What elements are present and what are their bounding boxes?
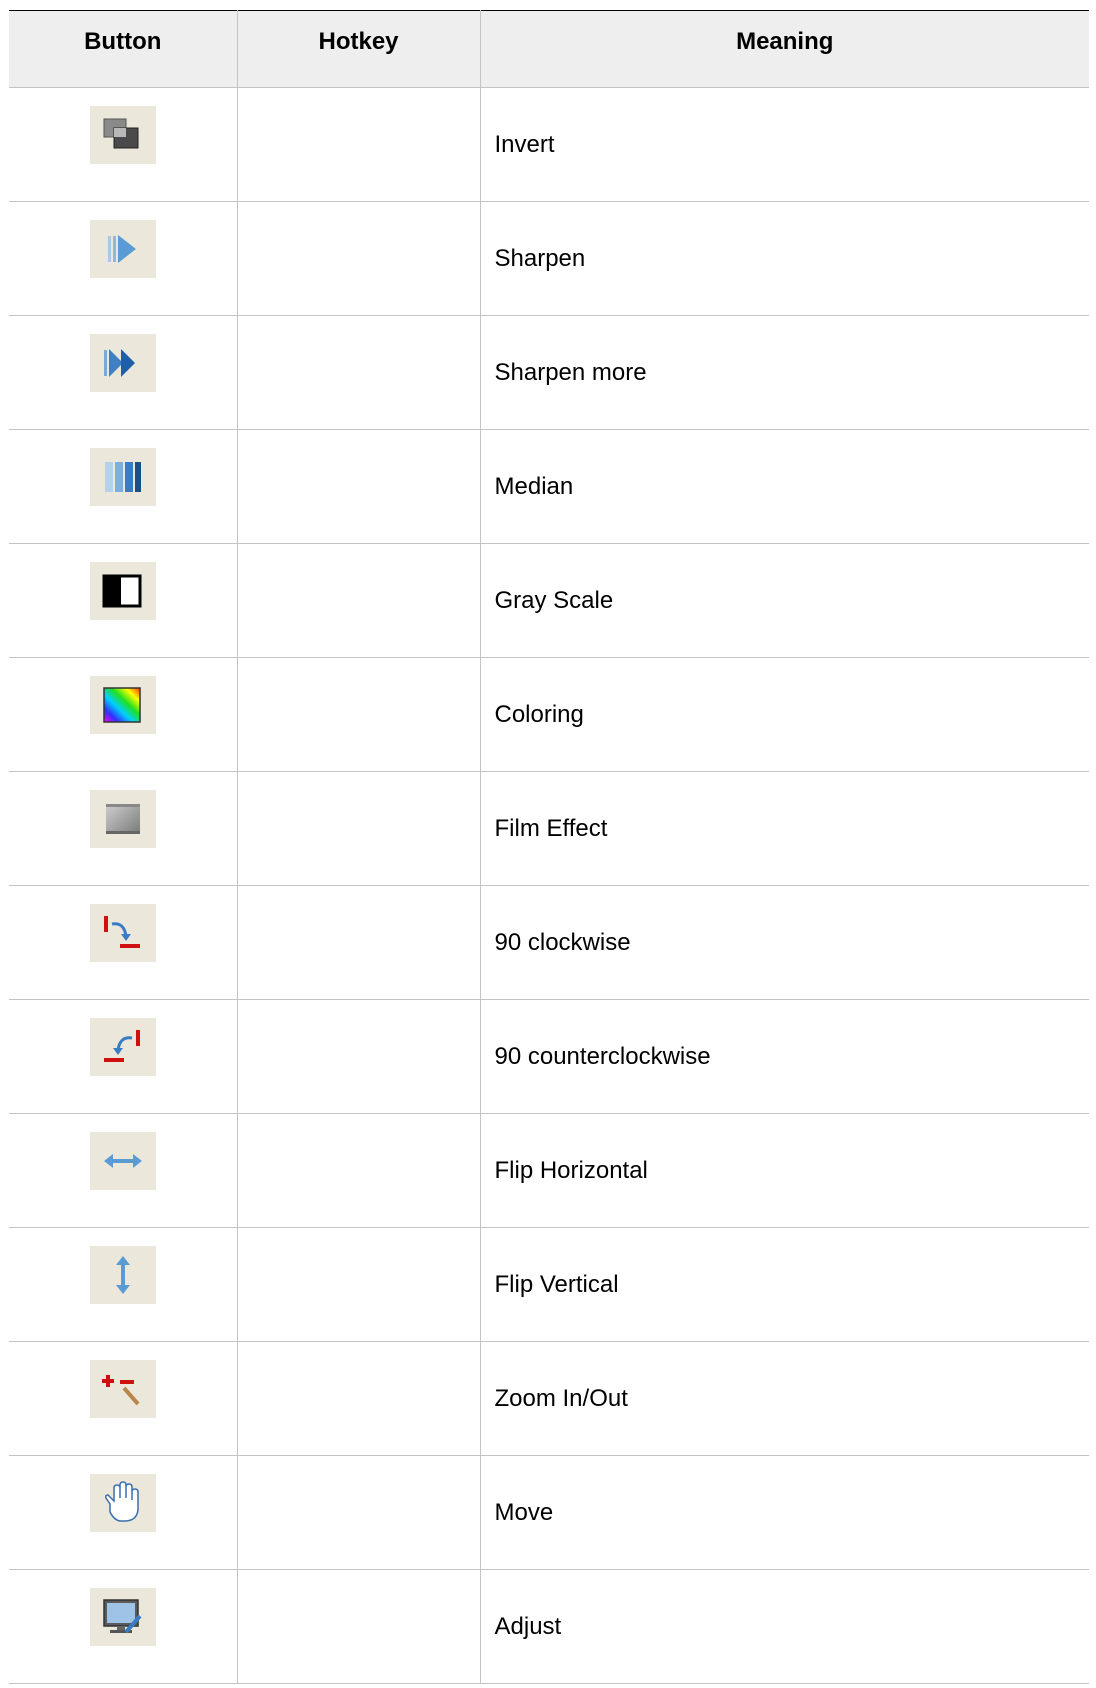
meaning-cell: Move bbox=[479, 1455, 1089, 1570]
meaning-cell: Gray Scale bbox=[479, 543, 1089, 658]
button-cell bbox=[9, 201, 238, 316]
button-cell bbox=[9, 1569, 238, 1684]
meaning-cell: Coloring bbox=[479, 657, 1089, 772]
hotkey-cell bbox=[236, 315, 481, 430]
meaning-cell: Film Effect bbox=[479, 771, 1089, 886]
header-meaning: Meaning bbox=[479, 10, 1089, 88]
hotkey-cell bbox=[236, 543, 481, 658]
button-cell bbox=[9, 657, 238, 772]
invert-icon[interactable] bbox=[89, 106, 156, 164]
table-row: Flip Horizontal bbox=[9, 1113, 1089, 1228]
hotkey-cell bbox=[236, 87, 481, 202]
button-reference-table: Button Hotkey Meaning Invert Sharpen Sha… bbox=[9, 10, 1089, 1684]
hotkey-cell bbox=[236, 657, 481, 772]
adjust-icon[interactable] bbox=[89, 1588, 156, 1646]
meaning-cell: 90 clockwise bbox=[479, 885, 1089, 1000]
hotkey-cell bbox=[236, 1227, 481, 1342]
table-row: Film Effect bbox=[9, 771, 1089, 886]
hotkey-cell bbox=[236, 429, 481, 544]
meaning-cell: Sharpen more bbox=[479, 315, 1089, 430]
button-cell bbox=[9, 543, 238, 658]
sharpen-more-icon[interactable] bbox=[89, 334, 156, 392]
table-row: Coloring bbox=[9, 657, 1089, 772]
median-icon[interactable] bbox=[89, 448, 156, 506]
hotkey-cell bbox=[236, 771, 481, 886]
meaning-cell: Flip Vertical bbox=[479, 1227, 1089, 1342]
table-row: Sharpen bbox=[9, 201, 1089, 316]
meaning-cell: Invert bbox=[479, 87, 1089, 202]
button-cell bbox=[9, 315, 238, 430]
button-cell bbox=[9, 999, 238, 1114]
rotate-clockwise-icon[interactable] bbox=[89, 904, 156, 962]
meaning-cell: Flip Horizontal bbox=[479, 1113, 1089, 1228]
flip-vertical-icon[interactable] bbox=[89, 1246, 156, 1304]
button-cell bbox=[9, 885, 238, 1000]
meaning-cell: Median bbox=[479, 429, 1089, 544]
button-cell bbox=[9, 1341, 238, 1456]
hotkey-cell bbox=[236, 885, 481, 1000]
table-row: Flip Vertical bbox=[9, 1227, 1089, 1342]
table-row: 90 counterclockwise bbox=[9, 999, 1089, 1114]
hotkey-cell bbox=[236, 1455, 481, 1570]
flip-horizontal-icon[interactable] bbox=[89, 1132, 156, 1190]
button-cell bbox=[9, 1113, 238, 1228]
sharpen-icon[interactable] bbox=[89, 220, 156, 278]
table-row: Invert bbox=[9, 87, 1089, 202]
film-effect-icon[interactable] bbox=[89, 790, 156, 848]
gray-scale-icon[interactable] bbox=[89, 562, 156, 620]
hotkey-cell bbox=[236, 1341, 481, 1456]
table-row: 90 clockwise bbox=[9, 885, 1089, 1000]
hotkey-cell bbox=[236, 201, 481, 316]
header-hotkey: Hotkey bbox=[236, 10, 481, 88]
button-cell bbox=[9, 1227, 238, 1342]
hotkey-cell bbox=[236, 999, 481, 1114]
button-cell bbox=[9, 429, 238, 544]
button-cell bbox=[9, 771, 238, 886]
move-hand-icon[interactable] bbox=[89, 1474, 156, 1532]
hotkey-cell bbox=[236, 1569, 481, 1684]
coloring-icon[interactable] bbox=[89, 676, 156, 734]
hotkey-cell bbox=[236, 1113, 481, 1228]
zoom-in-out-icon[interactable] bbox=[89, 1360, 156, 1418]
button-cell bbox=[9, 87, 238, 202]
table-row: Move bbox=[9, 1455, 1089, 1570]
table-row: Gray Scale bbox=[9, 543, 1089, 658]
header-button: Button bbox=[9, 10, 238, 88]
table-row: Median bbox=[9, 429, 1089, 544]
rotate-counterclockwise-icon[interactable] bbox=[89, 1018, 156, 1076]
meaning-cell: Adjust bbox=[479, 1569, 1089, 1684]
meaning-cell: Zoom In/Out bbox=[479, 1341, 1089, 1456]
table-header-row: Button Hotkey Meaning bbox=[9, 10, 1089, 88]
table-row: Sharpen more bbox=[9, 315, 1089, 430]
table-row: Adjust bbox=[9, 1569, 1089, 1684]
button-cell bbox=[9, 1455, 238, 1570]
table-row: Zoom In/Out bbox=[9, 1341, 1089, 1456]
meaning-cell: 90 counterclockwise bbox=[479, 999, 1089, 1114]
meaning-cell: Sharpen bbox=[479, 201, 1089, 316]
